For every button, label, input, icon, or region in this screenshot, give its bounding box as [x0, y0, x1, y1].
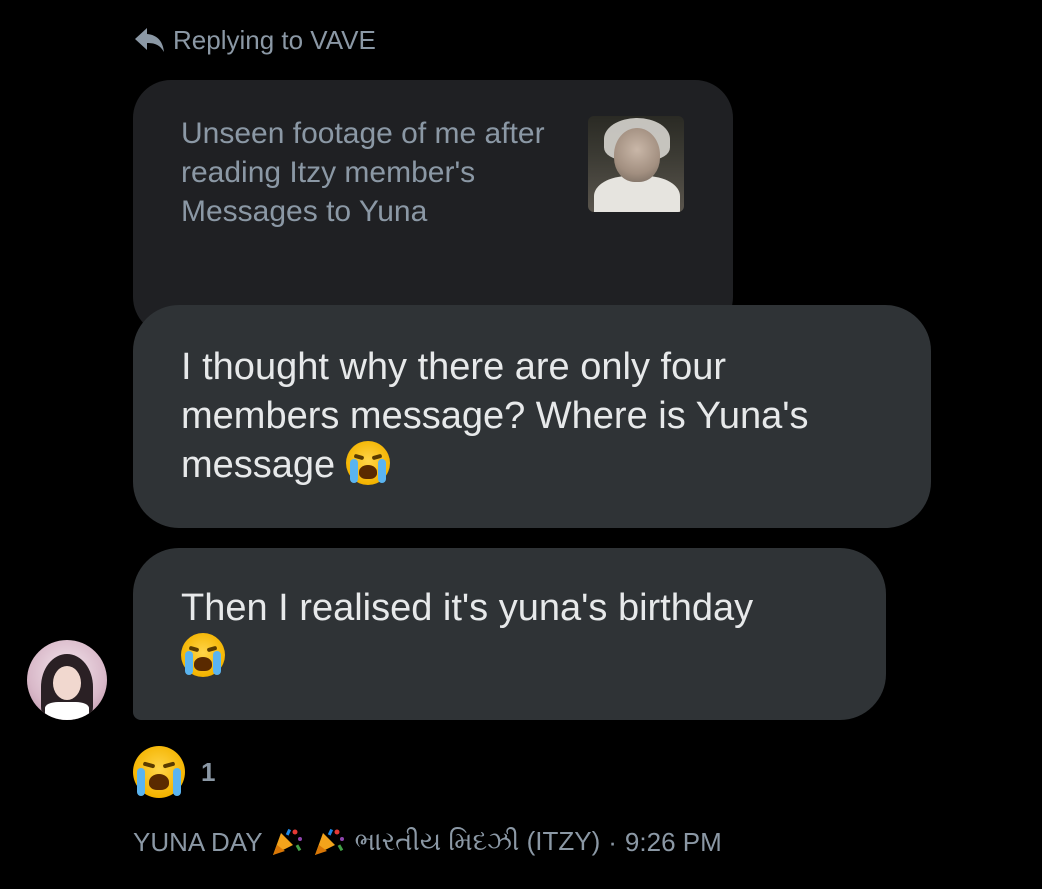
quoted-message[interactable]: Unseen footage of me after reading Itzy … [133, 80, 733, 335]
meta-separator: · [608, 826, 617, 857]
message-meta: YUNA DAY ભારતીય મિદઝી (ITZY) · 9:26 PM [133, 824, 722, 860]
message-time: 9:26 PM [624, 826, 722, 857]
loudly-crying-face-emoji [181, 633, 225, 677]
quoted-message-thumbnail[interactable] [588, 116, 684, 212]
replying-to-row[interactable]: Replying to VAVE [133, 22, 376, 58]
message-text: I thought why there are only four member… [181, 346, 809, 486]
party-popper-icon [313, 827, 347, 857]
message-text: Then I realised it's yuna's birthday [181, 587, 754, 629]
reaction-count: 1 [201, 756, 216, 787]
sender-name-suffix: ભારતીય મિદઝી (ITZY) [354, 826, 601, 856]
message-bubble[interactable]: I thought why there are only four member… [133, 305, 931, 528]
replying-to-label: Replying to VAVE [173, 24, 376, 55]
sender-name[interactable]: YUNA DAY [133, 827, 263, 858]
sender-avatar[interactable] [27, 640, 107, 720]
message-bubble[interactable]: Then I realised it's yuna's birthday [133, 548, 886, 720]
reaction-pill[interactable]: 1 [133, 746, 215, 798]
party-popper-icon [271, 827, 305, 857]
loudly-crying-face-emoji [345, 441, 390, 485]
quoted-message-text: Unseen footage of me after reading Itzy … [181, 117, 545, 228]
reply-arrow-icon [133, 26, 165, 54]
loudly-crying-face-emoji [133, 746, 185, 798]
